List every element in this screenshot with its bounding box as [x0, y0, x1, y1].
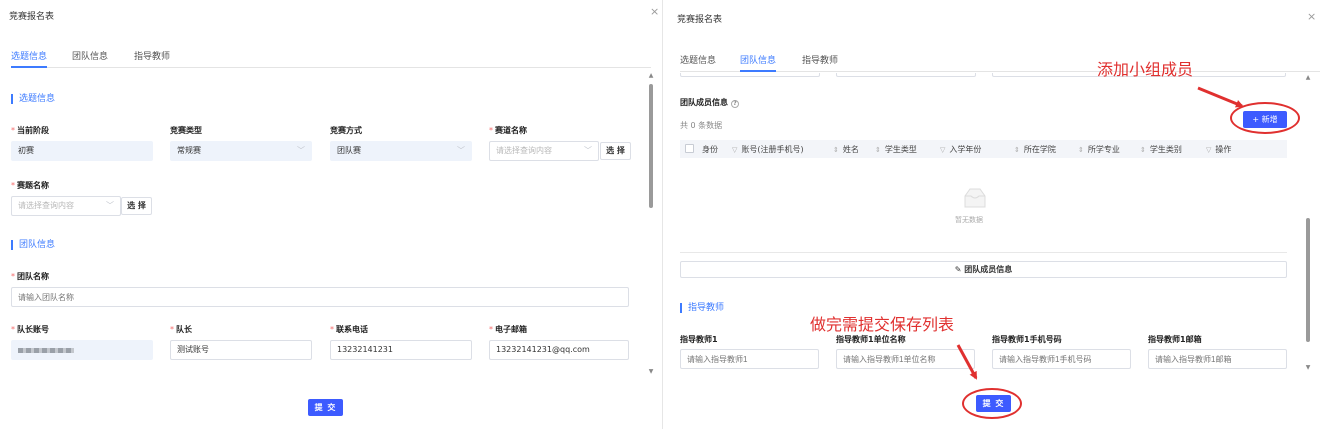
advisor1-unit-label: 指导教师1单位名称 [836, 335, 906, 344]
phone-field[interactable]: 13232141231 [330, 340, 472, 360]
partial-input[interactable] [680, 73, 820, 77]
right-dialog: 竞赛报名表 × 选题信息 团队信息 指导教师 团队成员信息? 共 0 条数据 身… [666, 0, 1334, 429]
advisor1-email-input[interactable] [1148, 349, 1287, 369]
type-label: 竞赛类型 [170, 126, 202, 135]
partial-input[interactable] [836, 73, 976, 77]
section-advisor: 指导教师 [680, 303, 724, 313]
col-enroll-year: ▽ 入学年份 [940, 145, 982, 154]
tab-team-info[interactable]: 团队信息 [72, 49, 108, 62]
left-dialog: 竞赛报名表 × 选题信息 团队信息 指导教师 选题信息 * 当前阶段 初赛 竞赛类… [0, 0, 663, 429]
sort-icon[interactable]: ⇕ [1140, 146, 1146, 154]
tab-team-info[interactable]: 团队信息 [740, 53, 776, 66]
advisor1-unit-input[interactable] [836, 349, 975, 369]
tab-topic-info[interactable]: 选题信息 [680, 53, 716, 66]
captain-account-field [11, 340, 153, 360]
col-role: 身份 [702, 145, 718, 154]
info-icon: ? [731, 100, 739, 108]
scroll-up-icon[interactable]: ▲ [647, 72, 655, 80]
highlight-ring-submit [962, 388, 1022, 419]
advisor1-phone-label: 指导教师1手机号码 [992, 335, 1062, 344]
problem-pick-button[interactable]: 选 择 [121, 197, 152, 215]
select-all-checkbox[interactable] [685, 144, 694, 153]
sort-icon[interactable]: ⇕ [1014, 146, 1020, 154]
mode-select[interactable]: 团队赛 ﹀ [330, 141, 472, 161]
track-select[interactable]: 请选择查询内容 ﹀ [489, 141, 599, 161]
advisor1-email-label: 指导教师1邮箱 [1148, 335, 1202, 344]
filter-icon[interactable]: ▽ [732, 146, 737, 154]
chevron-down-icon: ﹀ [106, 201, 114, 210]
captain-account-label: * 队长账号 [11, 325, 49, 334]
track-pick-button[interactable]: 选 择 [600, 142, 631, 160]
col-name: ⇕ 姓名 [833, 145, 859, 154]
vertical-scrollbar[interactable]: ▲ ▼ [647, 72, 655, 378]
add-member-row-button[interactable]: ✎ 团队成员信息 [680, 261, 1287, 278]
col-student-type: ⇕ 学生类型 [875, 145, 917, 154]
empty-text: 暂无数据 [955, 216, 983, 224]
sort-icon[interactable]: ⇕ [1078, 146, 1084, 154]
problem-select[interactable]: 请选择查询内容 ﹀ [11, 196, 121, 216]
scroll-down-icon[interactable]: ▼ [1304, 364, 1312, 372]
edit-icon: ✎ [954, 265, 965, 274]
filter-icon[interactable]: ▽ [1206, 146, 1211, 154]
mode-label: 竞赛方式 [330, 126, 362, 135]
stage-label: * 当前阶段 [11, 126, 49, 135]
sort-icon[interactable]: ⇕ [875, 146, 881, 154]
col-action: ▽ 操作 [1206, 145, 1232, 154]
members-title: 团队成员信息? [680, 97, 739, 108]
tab-bar: 选题信息 团队信息 指导教师 [680, 50, 1320, 72]
email-label: * 电子邮箱 [489, 325, 527, 334]
dialog-title: 竞赛报名表 [9, 12, 55, 22]
chevron-down-icon: ﹀ [297, 146, 305, 155]
tab-advisor[interactable]: 指导教师 [802, 53, 838, 66]
tab-bar: 选题信息 团队信息 指导教师 [11, 46, 651, 68]
form-scroll-area: 选题信息 * 当前阶段 初赛 竞赛类型 常规赛 ﹀ 竞赛方式 团队赛 ﹀ * 赛道名称 … [0, 70, 650, 380]
form-scroll-area: 团队成员信息? 共 0 条数据 身份 ▽ 账号(注册手机号) ⇕ 姓名 ⇕ 学生类型 … [666, 73, 1302, 378]
members-count: 共 0 条数据 [680, 121, 723, 130]
team-name-input[interactable] [11, 287, 629, 307]
track-label: * 赛道名称 [489, 126, 527, 135]
scroll-up-icon[interactable]: ▲ [1304, 74, 1312, 82]
chevron-down-icon: ﹀ [457, 146, 465, 155]
members-table-header: 身份 ▽ 账号(注册手机号) ⇕ 姓名 ⇕ 学生类型 ▽ 入学年份 ⇕ 所在学院 ⇕ 所学专… [680, 140, 1287, 158]
captain-label: * 队长 [170, 325, 192, 334]
scroll-thumb[interactable] [649, 84, 653, 208]
col-major: ⇕ 所学专业 [1078, 145, 1120, 154]
masked-value [18, 348, 74, 353]
sort-icon[interactable]: ⇕ [833, 146, 839, 154]
annotation-submit: 做完需提交保存列表 [810, 315, 955, 334]
scroll-down-icon[interactable]: ▼ [647, 368, 655, 376]
type-select[interactable]: 常规赛 ﹀ [170, 141, 312, 161]
phone-label: * 联系电话 [330, 325, 368, 334]
col-category: ⇕ 学生类别 [1140, 145, 1182, 154]
annotation-add-member: 添加小组成员 [1097, 60, 1194, 79]
advisor1-phone-input[interactable] [992, 349, 1131, 369]
scroll-thumb[interactable] [1306, 218, 1310, 342]
section-topic-info: 选题信息 [11, 94, 55, 104]
email-field[interactable]: 13232141231@qq.com [489, 340, 629, 360]
highlight-ring-add [1230, 102, 1300, 134]
problem-label: * 赛题名称 [11, 181, 49, 190]
chevron-down-icon: ﹀ [584, 146, 592, 155]
col-college: ⇕ 所在学院 [1014, 145, 1056, 154]
dialog-title: 竞赛报名表 [677, 15, 723, 25]
section-team-info: 团队信息 [11, 240, 55, 250]
empty-box-icon [964, 188, 986, 208]
captain-field[interactable]: 测试账号 [170, 340, 312, 360]
col-account: ▽ 账号(注册手机号) [732, 145, 804, 154]
tab-advisor[interactable]: 指导教师 [134, 49, 170, 62]
team-name-label: * 团队名称 [11, 272, 49, 281]
filter-icon[interactable]: ▽ [940, 146, 945, 154]
advisor1-label: 指导教师1 [680, 335, 718, 344]
vertical-scrollbar[interactable]: ▲ ▼ [1304, 74, 1312, 374]
tab-active-indicator [11, 66, 47, 68]
stage-field: 初赛 [11, 141, 153, 161]
divider [680, 252, 1287, 253]
submit-button[interactable]: 提 交 [308, 399, 343, 416]
tab-topic-info[interactable]: 选题信息 [11, 49, 47, 62]
close-icon[interactable]: × [1307, 11, 1316, 22]
close-icon[interactable]: × [650, 6, 659, 17]
advisor1-input[interactable] [680, 349, 819, 369]
tab-active-indicator [740, 70, 776, 72]
